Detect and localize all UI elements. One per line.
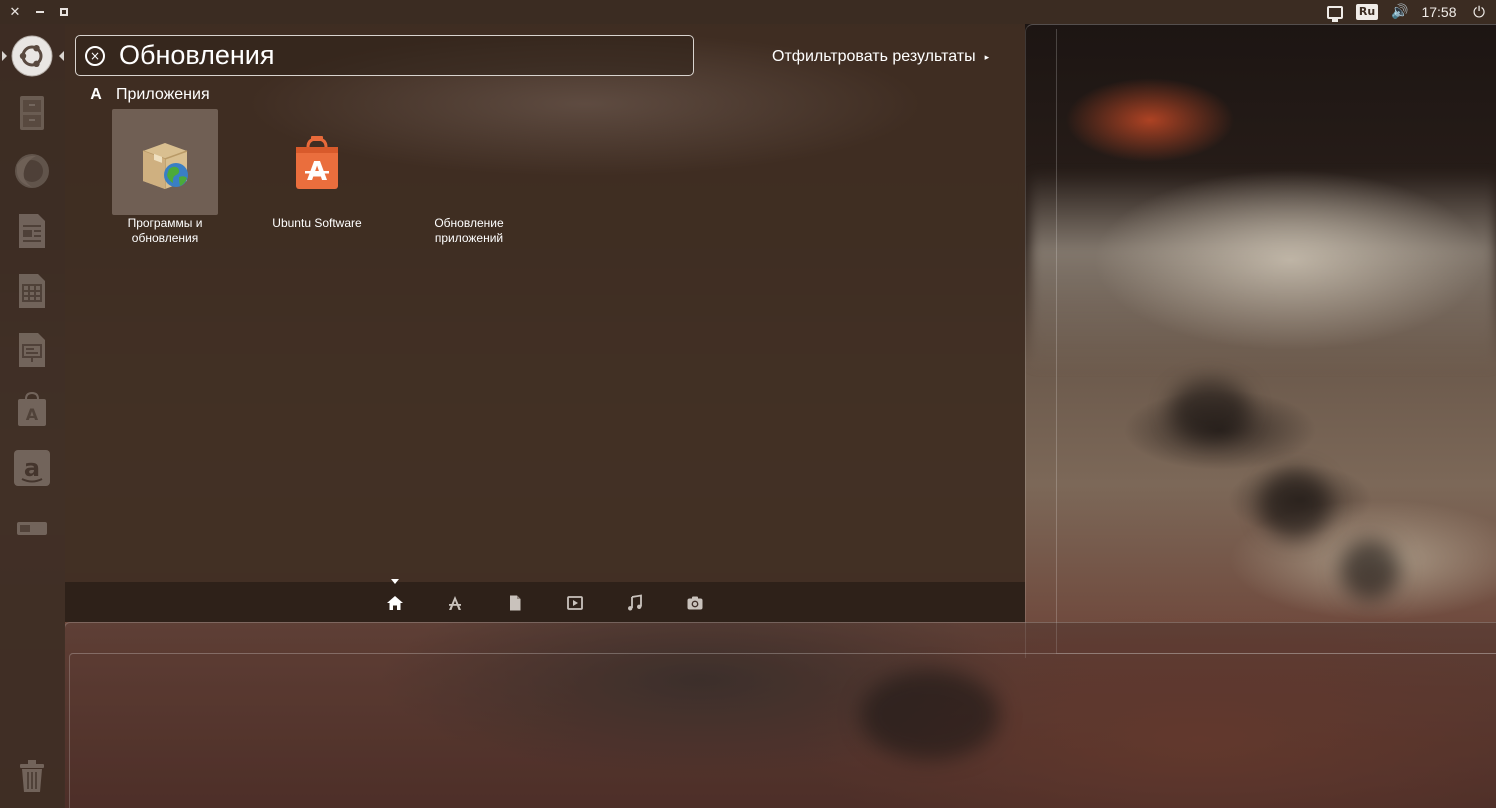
result-label: Ubuntu Software (272, 216, 362, 230)
search-input[interactable]: × Обновления (75, 35, 694, 76)
music-icon[interactable] (624, 592, 646, 614)
svg-text:a: a (24, 454, 40, 482)
wallpaper-fur (1030, 170, 1496, 370)
applications-category-icon: A (90, 86, 102, 103)
result-ubuntu-software[interactable]: A Ubuntu Software (264, 109, 370, 269)
close-icon[interactable]: ✕ (4, 0, 26, 24)
file-cabinet-icon (20, 96, 44, 130)
active-lens-indicator (391, 579, 399, 584)
ubuntu-software-icon: A (18, 391, 46, 426)
wallpaper-stripe (1170, 380, 1250, 440)
amazon-icon: a (14, 450, 50, 486)
wallpaper-stripe (1260, 470, 1330, 540)
maximize-icon[interactable] (53, 0, 75, 24)
video-icon[interactable] (564, 592, 586, 614)
lens-bar (65, 582, 1025, 622)
category-header-applications[interactable]: A Приложения (87, 84, 210, 106)
wallpaper-stripe (1340, 540, 1400, 600)
keyboard-layout-label: Ru (1355, 4, 1379, 20)
libreoffice-impress-icon (19, 333, 45, 367)
chevron-right-icon: ▸ (984, 51, 990, 62)
dash-overlay: × Обновления Отфильтровать результаты ▸ … (65, 24, 1025, 622)
top-panel: ✕ Ru 🔊 17:58 ⏻ (0, 0, 1496, 24)
result-update-manager[interactable]: Обновление приложений (416, 109, 522, 269)
minimize-icon[interactable] (29, 0, 51, 24)
launcher-item-software[interactable]: A (10, 387, 54, 431)
launcher-focus-indicator (59, 51, 64, 61)
launcher-item-dash-home[interactable] (10, 34, 54, 78)
indicator-area: Ru 🔊 17:58 ⏻ (1320, 0, 1496, 24)
volume-icon[interactable]: 🔊 (1384, 0, 1416, 24)
firefox-icon (15, 154, 49, 188)
libreoffice-calc-icon (19, 274, 45, 308)
category-label: Приложения (116, 86, 210, 103)
launcher-item-impress[interactable] (10, 328, 54, 372)
launcher-item-calc[interactable] (10, 269, 54, 313)
network-icon[interactable] (1320, 0, 1350, 24)
filter-results-button[interactable]: Отфильтровать результаты ▸ (772, 46, 989, 68)
camera-icon[interactable] (684, 592, 706, 614)
launcher-item-firefox[interactable] (10, 149, 54, 193)
wallpaper-stripe (860, 670, 1000, 760)
launcher-item-trash[interactable] (10, 753, 54, 797)
result-label: Обновление приложений (434, 216, 504, 245)
home-icon[interactable] (384, 592, 406, 614)
keyboard-layout-indicator[interactable]: Ru (1350, 0, 1384, 24)
launcher-running-indicator (2, 51, 7, 61)
ubuntu-software-icon: A (287, 133, 347, 193)
files-icon[interactable] (504, 592, 526, 614)
launcher-item-device[interactable] (10, 506, 54, 550)
drive-icon (17, 522, 47, 535)
filter-results-label: Отфильтровать результаты (772, 48, 976, 65)
launcher-item-amazon[interactable]: a (10, 446, 54, 490)
launcher-item-writer[interactable] (10, 209, 54, 253)
clear-search-icon[interactable]: × (85, 45, 105, 66)
power-icon[interactable]: ⏻ (1462, 0, 1496, 24)
software-properties-icon (135, 133, 195, 193)
result-label: Программы и обновления (127, 216, 203, 245)
ubuntu-logo-icon (11, 35, 53, 77)
launcher-item-files[interactable] (10, 91, 54, 135)
launcher: A a (0, 24, 65, 808)
clock[interactable]: 17:58 (1416, 0, 1462, 24)
update-manager-icon (439, 133, 499, 193)
libreoffice-writer-icon (19, 214, 45, 248)
trash-icon (20, 760, 44, 792)
applications-icon[interactable] (444, 592, 466, 614)
svg-text:A: A (26, 405, 39, 424)
result-software-properties[interactable]: Программы и обновления (112, 109, 218, 269)
search-query-text: Обновления (119, 40, 275, 70)
